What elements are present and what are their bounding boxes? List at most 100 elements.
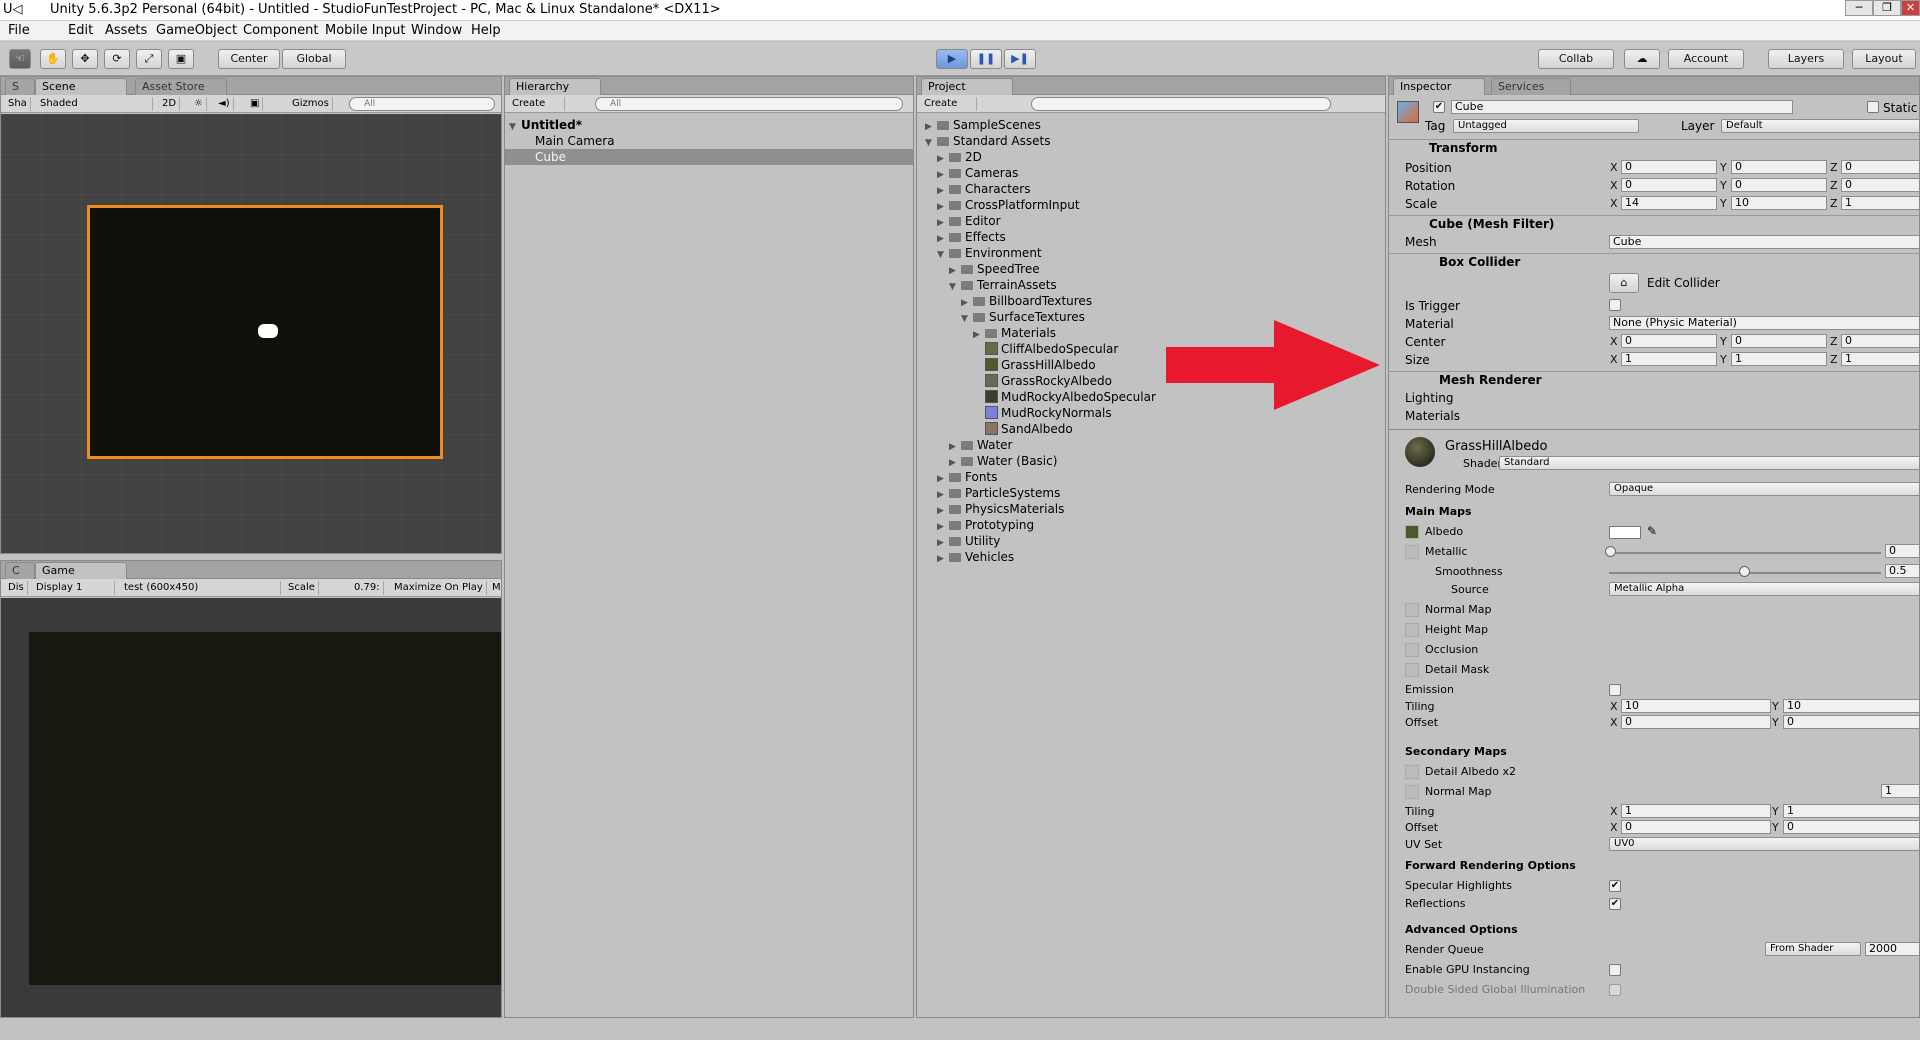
project-tree-item[interactable]: MudRockyAlbedoSpecular — [973, 389, 1156, 405]
camera-gizmo-icon[interactable] — [258, 324, 278, 338]
mesh-renderer-header[interactable]: Mesh Renderer — [1389, 371, 1919, 389]
render-queue-value[interactable]: 2000 — [1865, 942, 1919, 956]
hierarchy-create-dropdown[interactable]: Create — [509, 97, 565, 111]
normal-scale-field[interactable]: 1 — [1881, 784, 1919, 798]
project-tree-item[interactable]: GrassHillAlbedo — [973, 357, 1096, 373]
lighting-foldout[interactable]: Lighting — [1405, 391, 1454, 405]
position-z-field[interactable]: 0 — [1841, 160, 1919, 174]
project-tree-item[interactable]: GrassRockyAlbedo — [973, 373, 1112, 389]
object-name-field[interactable]: Cube — [1451, 100, 1793, 114]
expand-arrow-icon[interactable]: ▶ — [937, 551, 949, 567]
game-mute-toggle[interactable]: M — [489, 581, 505, 595]
project-tree-item[interactable]: ▶ SampleScenes — [925, 117, 1041, 133]
project-tree-item[interactable]: ▶ Water (Basic) — [949, 453, 1057, 469]
scene-2d-toggle[interactable]: 2D — [159, 97, 181, 111]
tab-c[interactable]: C — [5, 562, 35, 579]
metallic-texture-slot[interactable] — [1405, 545, 1419, 559]
reflections-checkbox[interactable]: ✔ — [1609, 898, 1621, 910]
maximize-on-play-toggle[interactable]: Maximize On Play — [391, 581, 487, 595]
scene-shading-dropdown[interactable]: Shaded — [37, 97, 153, 111]
tab-s[interactable]: S — [5, 78, 35, 95]
sec-offset-x-field[interactable]: 0 — [1621, 820, 1771, 834]
project-tree-item[interactable]: ▼ SurfaceTextures — [961, 309, 1085, 325]
active-checkbox[interactable]: ✔ — [1433, 101, 1445, 113]
project-tree-item[interactable]: ▶ Effects — [937, 229, 1006, 245]
layer-dropdown[interactable]: Default — [1721, 119, 1919, 133]
menu-assets[interactable]: Assets — [105, 23, 147, 38]
expand-arrow-icon[interactable]: ▼ — [937, 247, 949, 263]
static-checkbox[interactable] — [1867, 101, 1879, 113]
project-tree-item[interactable]: ▶ Characters — [937, 181, 1031, 197]
account-button[interactable]: Account — [1668, 49, 1744, 69]
pause-button[interactable]: ❚❚ — [970, 49, 1002, 69]
game-scale-value[interactable]: 0.79: — [351, 581, 384, 595]
project-tree-item[interactable]: ▶ Water — [949, 437, 1012, 453]
transform-header[interactable]: Transform — [1389, 139, 1919, 157]
metallic-value[interactable]: 0 — [1885, 544, 1919, 558]
scene-effects-icon[interactable]: ▣ — [247, 97, 264, 111]
close-button[interactable]: ✕ — [1901, 0, 1920, 16]
metallic-slider[interactable] — [1609, 552, 1881, 554]
center-y-field[interactable]: 0 — [1731, 334, 1827, 348]
main-tiling-x-field[interactable]: 10 — [1621, 699, 1771, 713]
expand-arrow-icon[interactable]: ▼ — [949, 279, 961, 295]
normal-map-slot[interactable] — [1405, 603, 1419, 617]
position-y-field[interactable]: 0 — [1731, 160, 1827, 174]
tab-scene[interactable]: Scene — [35, 78, 127, 95]
game-display-dropdown[interactable]: Display 1 — [33, 581, 115, 595]
menu-component[interactable]: Component — [243, 23, 318, 38]
center-x-field[interactable]: 0 — [1621, 334, 1717, 348]
project-tree-item[interactable]: ▶ Fonts — [937, 469, 997, 485]
project-tree-item[interactable]: ▶ Prototyping — [937, 517, 1034, 533]
project-tree-item[interactable]: ▼ TerrainAssets — [949, 277, 1057, 293]
materials-foldout[interactable]: Materials — [1405, 409, 1460, 423]
rotation-z-field[interactable]: 0 — [1841, 178, 1919, 192]
tab-hierarchy[interactable]: Hierarchy — [509, 78, 601, 95]
scene-audio-icon[interactable]: ◄) — [215, 97, 234, 111]
rendering-mode-dropdown[interactable]: Opaque — [1609, 482, 1919, 496]
scene-light-icon[interactable]: ☼ — [191, 97, 207, 111]
uv-set-dropdown[interactable]: UV0 — [1609, 837, 1919, 851]
project-tree-item[interactable]: MudRockyNormals — [973, 405, 1112, 421]
menu-window[interactable]: Window — [411, 23, 462, 38]
scale-y-field[interactable]: 10 — [1731, 196, 1827, 210]
minimize-button[interactable]: ─ — [1845, 0, 1873, 16]
center-z-field[interactable]: 0 — [1841, 334, 1919, 348]
menu-help[interactable]: Help — [471, 23, 501, 38]
scene-viewport[interactable] — [1, 114, 501, 553]
main-offset-y-field[interactable]: 0 — [1783, 715, 1919, 729]
rotation-x-field[interactable]: 0 — [1621, 178, 1717, 192]
tab-inspector[interactable]: Inspector — [1393, 78, 1485, 95]
size-z-field[interactable]: 1 — [1841, 352, 1919, 366]
expand-arrow-icon[interactable]: ▼ — [961, 311, 973, 327]
project-tree-item[interactable]: ▶ BillboardTextures — [961, 293, 1092, 309]
albedo-texture-slot[interactable] — [1405, 525, 1419, 539]
game-resolution-dropdown[interactable]: test (600x450) — [121, 581, 281, 595]
game-viewport[interactable] — [1, 598, 501, 1017]
project-tree-item[interactable]: ▶ 2D — [937, 149, 982, 165]
render-queue-dropdown[interactable]: From Shader — [1765, 942, 1861, 956]
collab-button[interactable]: Collab — [1538, 49, 1614, 69]
mesh-filter-header[interactable]: Cube (Mesh Filter) — [1389, 215, 1919, 233]
normal-map2-slot[interactable] — [1405, 785, 1419, 799]
hierarchy-item-main-camera[interactable]: Main Camera — [535, 133, 615, 149]
project-tree-item[interactable]: ▶ ParticleSystems — [937, 485, 1060, 501]
project-search-input[interactable] — [1031, 97, 1331, 111]
project-tree-item[interactable]: ▶ CrossPlatformInput — [937, 197, 1080, 213]
hierarchy-scene-root[interactable]: ▼ Untitled* — [509, 117, 582, 133]
hierarchy-search-input[interactable]: All — [595, 97, 903, 111]
scene-gizmos-dropdown[interactable]: Gizmos — [289, 97, 333, 111]
play-button[interactable]: ▶ — [936, 49, 968, 69]
occlusion-slot[interactable] — [1405, 643, 1419, 657]
menu-file[interactable]: File — [8, 23, 30, 38]
expand-arrow-icon[interactable]: ▼ — [925, 135, 937, 151]
box-collider-header[interactable]: Box Collider — [1389, 253, 1919, 271]
scale-tool-icon[interactable]: ⤢ — [136, 49, 162, 69]
project-tree-item[interactable]: ▶ SpeedTree — [949, 261, 1040, 277]
cloud-icon[interactable]: ☁ — [1624, 49, 1660, 69]
maximize-button[interactable]: ❐ — [1873, 0, 1901, 16]
step-button[interactable]: ▶❚ — [1004, 49, 1036, 69]
emission-checkbox[interactable] — [1609, 684, 1621, 696]
hand-tool-icon[interactable]: ✋ — [40, 49, 66, 69]
main-tiling-y-field[interactable]: 10 — [1783, 699, 1919, 713]
